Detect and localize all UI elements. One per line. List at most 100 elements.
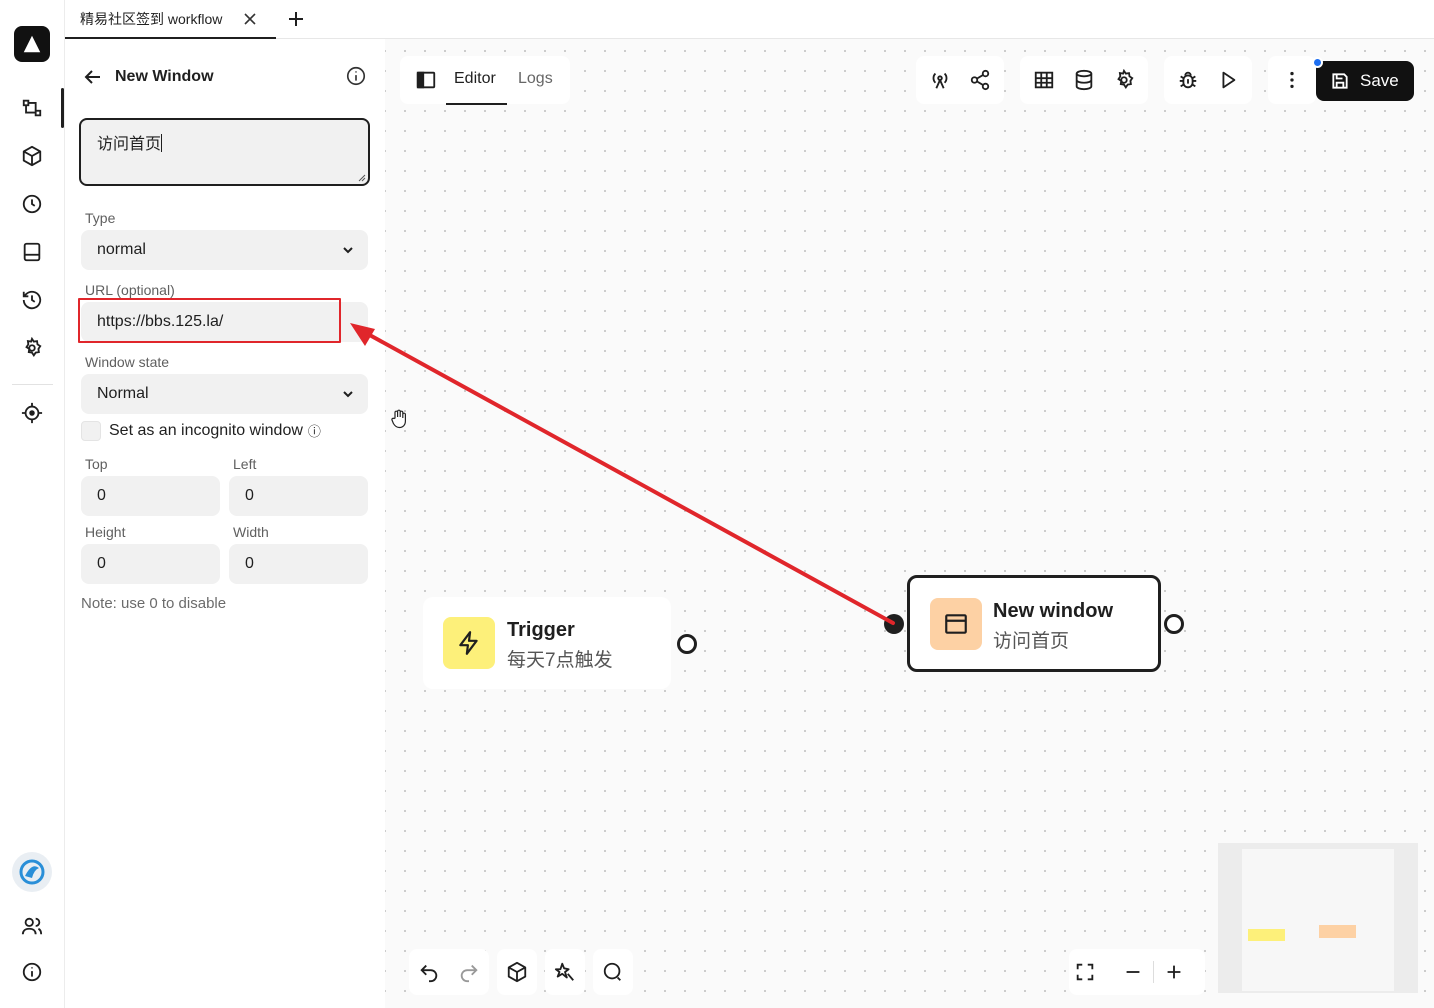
- history-toolbox: [409, 949, 489, 995]
- zoom-in-icon[interactable]: [1162, 960, 1186, 984]
- url-label: URL (optional): [85, 282, 175, 298]
- chevron-down-icon: [343, 391, 353, 398]
- autoarrange-toolbox: [545, 949, 585, 995]
- top-input[interactable]: 0: [81, 476, 220, 516]
- left-input[interactable]: 0: [229, 476, 368, 516]
- height-input[interactable]: 0: [81, 544, 220, 584]
- more-vertical-icon[interactable]: [1280, 68, 1304, 92]
- magic-wand-icon[interactable]: [553, 960, 577, 984]
- incognito-label: Set as an incognito window ⓘ: [109, 421, 321, 440]
- hand-cursor-icon: [390, 409, 408, 429]
- storage-icon[interactable]: [20, 240, 44, 264]
- close-icon[interactable]: [242, 11, 258, 27]
- run-toolbox: [1164, 56, 1252, 104]
- tab-editor[interactable]: Editor: [454, 70, 496, 88]
- settings-icon[interactable]: [20, 336, 44, 360]
- save-button[interactable]: Save: [1316, 61, 1414, 101]
- table-icon[interactable]: [1032, 68, 1056, 92]
- bug-icon[interactable]: [1176, 68, 1200, 92]
- history-icon[interactable]: [20, 288, 44, 312]
- active-indicator: [61, 88, 64, 128]
- clock-icon[interactable]: [20, 192, 44, 216]
- minimap-viewport: [1242, 849, 1394, 991]
- left-value: 0: [245, 487, 254, 504]
- tab-logs[interactable]: Logs: [518, 70, 553, 88]
- save-icon: [1332, 73, 1348, 89]
- height-label: Height: [85, 524, 126, 540]
- save-label: Save: [1360, 71, 1399, 90]
- sidebar-toggle-icon[interactable]: [414, 68, 438, 92]
- new-window-input-handle[interactable]: [884, 614, 904, 634]
- incognito-info-icon[interactable]: ⓘ: [308, 421, 321, 440]
- new-window-node[interactable]: New window 访问首页: [907, 575, 1161, 672]
- share-icon[interactable]: [968, 68, 992, 92]
- minimap[interactable]: [1218, 843, 1418, 993]
- editor-tabs: Editor Logs: [400, 56, 570, 105]
- tab-strip: 精易社区签到 workflow: [65, 0, 1434, 39]
- minimap-new-window-node: [1319, 925, 1356, 938]
- plus-icon[interactable]: [286, 9, 306, 29]
- more-toolbox: [1268, 56, 1316, 104]
- settings-icon[interactable]: [1112, 68, 1136, 92]
- database-icon[interactable]: [1072, 68, 1096, 92]
- incognito-checkbox[interactable]: [81, 421, 101, 441]
- block-settings-panel: New Window 访问首页 Type normal URL (optiona…: [65, 39, 385, 1008]
- rail-divider: [12, 384, 53, 385]
- workflow-canvas[interactable]: Editor Logs Save Trigger 每天7点触发 New wind…: [385, 39, 1434, 1008]
- width-label: Width: [233, 524, 269, 540]
- url-highlight-box: [78, 298, 341, 343]
- trigger-node-subtitle: 每天7点触发: [507, 650, 613, 671]
- lightning-icon: [443, 617, 495, 669]
- incognito-text: Set as an incognito window: [109, 421, 303, 439]
- info-icon[interactable]: [345, 65, 367, 87]
- back-arrow-icon[interactable]: [83, 67, 103, 87]
- share-toolbox: [916, 56, 1004, 104]
- element-picker-icon[interactable]: [20, 401, 44, 425]
- width-input[interactable]: 0: [229, 544, 368, 584]
- fullscreen-icon[interactable]: [1073, 960, 1097, 984]
- trigger-output-handle[interactable]: [677, 634, 697, 654]
- top-label: Top: [85, 456, 108, 472]
- search-icon[interactable]: [601, 960, 625, 984]
- broadcast-icon[interactable]: [928, 68, 952, 92]
- unsaved-indicator-dot: [1312, 57, 1323, 68]
- panel-title: New Window: [115, 68, 214, 85]
- description-text: 访问首页: [97, 136, 162, 153]
- app-sidebar: [0, 0, 65, 1008]
- extension-avatar[interactable]: [12, 852, 52, 892]
- left-label: Left: [233, 456, 257, 472]
- app-logo[interactable]: [14, 26, 50, 62]
- height-value: 0: [97, 555, 106, 572]
- new-window-node-title: New window: [993, 600, 1113, 622]
- chevron-down-icon: [343, 247, 353, 254]
- window-state-label: Window state: [85, 354, 170, 370]
- browser-window-icon: [930, 598, 982, 650]
- window-state-select[interactable]: Normal: [81, 374, 368, 414]
- package-icon[interactable]: [20, 144, 44, 168]
- active-tab-underline: [446, 103, 507, 105]
- workflow-tab-title: 精易社区签到 workflow: [80, 10, 223, 27]
- package-icon[interactable]: [505, 960, 529, 984]
- trigger-node[interactable]: Trigger 每天7点触发: [423, 597, 671, 689]
- type-select[interactable]: normal: [81, 230, 368, 270]
- new-window-node-subtitle: 访问首页: [993, 631, 1070, 652]
- about-icon[interactable]: [20, 960, 44, 984]
- description-textarea[interactable]: 访问首页: [79, 118, 370, 186]
- size-note: Note: use 0 to disable: [81, 595, 227, 612]
- type-label: Type: [85, 210, 116, 226]
- new-window-output-handle[interactable]: [1164, 614, 1184, 634]
- panel-header: New Window: [83, 65, 214, 89]
- workflow-icon[interactable]: [20, 96, 44, 120]
- users-icon[interactable]: [20, 914, 44, 938]
- minimap-trigger-node: [1248, 929, 1285, 941]
- play-icon[interactable]: [1216, 68, 1240, 92]
- blocks-toolbox: [497, 949, 537, 995]
- redo-icon[interactable]: [457, 960, 481, 984]
- type-value: normal: [97, 241, 146, 258]
- zoom-toolbox: [1069, 949, 1205, 995]
- zoom-out-icon[interactable]: [1121, 960, 1145, 984]
- undo-icon[interactable]: [417, 960, 441, 984]
- workflow-tab[interactable]: 精易社区签到 workflow: [65, 0, 276, 39]
- top-value: 0: [97, 487, 106, 504]
- data-toolbox: [1020, 56, 1148, 104]
